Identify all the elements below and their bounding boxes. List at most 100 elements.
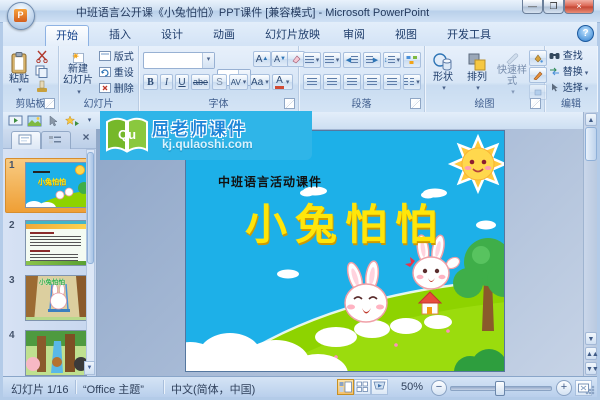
slide-title-text[interactable]: 小兔怕怕 [186, 191, 504, 252]
layout-icon [99, 51, 111, 61]
align-left-button[interactable] [303, 74, 321, 90]
strikethrough-button[interactable]: abe [191, 74, 210, 90]
zoom-out-button[interactable]: − [431, 380, 447, 396]
italic-button[interactable]: I [160, 74, 173, 90]
outline-tab[interactable] [41, 131, 71, 149]
thumbnail-row-4[interactable]: 4 [5, 328, 93, 376]
slide-counter: 幻灯片 1/16 [11, 384, 69, 396]
previous-slide-button[interactable]: ▲▲ [585, 347, 599, 360]
slide-canvas[interactable]: 中班语言活动课件 小兔怕怕 [185, 130, 505, 372]
distribute-button[interactable] [383, 74, 401, 90]
delete-slide-button[interactable]: 删除 [99, 83, 134, 95]
tab-home[interactable]: 开始 [45, 25, 89, 47]
tab-slideshow[interactable]: 幻灯片放映 [255, 25, 330, 46]
columns-button[interactable]: ▾ [403, 74, 421, 90]
office-button[interactable]: P [7, 2, 35, 30]
bullets-button[interactable]: ▾ [303, 52, 321, 68]
tab-insert[interactable]: 插入 [99, 25, 141, 46]
select-button[interactable]: 选择 ▾ [549, 83, 588, 95]
slide-4-thumbnail[interactable] [25, 330, 87, 376]
slide-sorter-button[interactable] [354, 379, 371, 395]
align-center-button[interactable] [323, 74, 341, 90]
scroll-down-icon[interactable]: ▼ [585, 332, 597, 345]
line-spacing-button[interactable]: ↕ ▾ [383, 52, 402, 68]
tab-developer[interactable]: 开发工具 [437, 25, 501, 46]
scrollbar-thumb[interactable] [585, 127, 597, 161]
align-right-button[interactable] [343, 74, 361, 90]
underline-button[interactable]: U [175, 74, 189, 90]
insert-picture-button[interactable] [26, 113, 45, 129]
drawing-dialog-launcher[interactable] [530, 98, 541, 109]
font-style-row: B I U abe S AV ▾ Aa ▾ A ▾ [143, 74, 293, 90]
paragraph-group-label: 段落 [351, 99, 372, 110]
slide-subtitle-text[interactable]: 中班语言活动课件 [218, 173, 322, 190]
next-slide-button[interactable]: ▼▼ [585, 362, 599, 375]
slide-2-thumbnail[interactable] [25, 220, 87, 266]
vertical-scrollbar[interactable]: ▲ ▼ ▲▲ ▼▼ [583, 112, 599, 376]
paragraph-dialog-launcher[interactable] [410, 98, 421, 109]
find-button[interactable]: 查找 [549, 51, 583, 62]
thumbnail-row-2[interactable]: 2 [5, 218, 93, 270]
quick-styles-button[interactable]: 快速样式 ▾ [495, 48, 529, 98]
resize-grip[interactable] [585, 385, 595, 395]
increase-indent-button[interactable]: ▶ [363, 52, 381, 68]
zoom-slider-thumb[interactable] [495, 381, 505, 396]
slideshow-view-button[interactable] [371, 379, 388, 395]
arrange-label: 排列 [467, 72, 487, 83]
powerpoint-logo-icon: P [14, 9, 27, 22]
group-paragraph: ▾ ▾ ◀ ▶ ↕▾ ▾ ▾ 段落 [299, 46, 425, 112]
normal-view-icon [339, 381, 352, 393]
clipboard-dialog-launcher[interactable] [44, 98, 55, 109]
replace-button[interactable]: 替换 ▾ [549, 67, 588, 79]
thumb-1-title: 小兔怕怕 [38, 179, 66, 186]
slideshow-from-start-button[interactable] [7, 113, 26, 129]
convert-smartart-button[interactable] [403, 52, 421, 68]
animation-star-icon [64, 115, 79, 126]
tab-view[interactable]: 视图 [385, 25, 427, 46]
font-dialog-launcher[interactable] [284, 98, 295, 109]
thumbnail-row-3[interactable]: 3 小兔怕怕 [5, 273, 93, 325]
change-case-button[interactable]: Aa ▾ [250, 74, 270, 90]
new-slide-button[interactable]: 新建 幻灯片▾ [61, 48, 95, 98]
slide-1-thumbnail[interactable]: 小兔怕怕 [25, 162, 87, 208]
panel-scroll-down-icon[interactable]: ▼ [84, 361, 95, 375]
font-color-button[interactable]: A ▾ [271, 74, 293, 90]
close-button[interactable]: × [564, 0, 594, 14]
pointer-tool-button[interactable] [45, 113, 64, 129]
panel-scrollbar[interactable] [86, 149, 95, 362]
group-font: ▾ ▾ A▲ A▼ B I U abe S AV▾ Aa▾ A▾ 字体 [139, 46, 305, 112]
numbering-button[interactable]: ▾ [323, 52, 341, 68]
powerpoint-window: 中班语言公开课《小兔怕怕》PPT课件 [兼容模式] - Microsoft Po… [0, 0, 600, 400]
bold-button[interactable]: B [143, 74, 158, 90]
font-name-combo[interactable]: ▾ [143, 52, 215, 69]
panel-close-icon[interactable]: × [79, 131, 93, 145]
thumbnail-row-1[interactable]: 1 小兔怕怕 [5, 158, 93, 215]
tab-review[interactable]: 审阅 [333, 25, 375, 46]
justify-button[interactable] [363, 74, 381, 90]
arrange-button[interactable]: 排列 ▾ [461, 48, 493, 98]
character-spacing-button[interactable]: AV ▾ [229, 74, 248, 90]
text-shadow-button[interactable]: S [212, 74, 227, 90]
animation-preview-button[interactable] [64, 113, 83, 129]
panel-scrollbar-thumb[interactable] [87, 152, 94, 264]
tab-animations[interactable]: 动画 [203, 25, 245, 46]
clipboard-icon [11, 52, 27, 74]
slide-3-thumbnail[interactable]: 小兔怕怕 [25, 275, 87, 321]
font-name-dropdown-icon[interactable]: ▾ [202, 53, 214, 68]
decrease-indent-button[interactable]: ◀ [343, 52, 361, 68]
zoom-level[interactable]: 50% [401, 381, 423, 393]
minimize-button[interactable]: — [522, 0, 543, 14]
shapes-button[interactable]: 形状 ▾ [427, 48, 459, 98]
grow-font-button[interactable]: A ▲ [253, 51, 271, 67]
paste-label: 粘贴 [9, 74, 29, 85]
tab-design[interactable]: 设计 [151, 25, 193, 46]
paste-button[interactable]: 粘贴 ▾ [5, 48, 33, 96]
slides-tab[interactable] [11, 131, 41, 149]
scroll-up-icon[interactable]: ▲ [585, 113, 597, 126]
maximize-button[interactable]: ❐ [543, 0, 564, 14]
reset-button[interactable]: 重设 [99, 67, 134, 79]
help-icon[interactable]: ? [577, 25, 594, 42]
normal-view-button[interactable] [337, 379, 354, 395]
zoom-in-button[interactable]: + [556, 380, 572, 396]
qat-customize-dropdown[interactable]: ▾ [83, 113, 96, 129]
